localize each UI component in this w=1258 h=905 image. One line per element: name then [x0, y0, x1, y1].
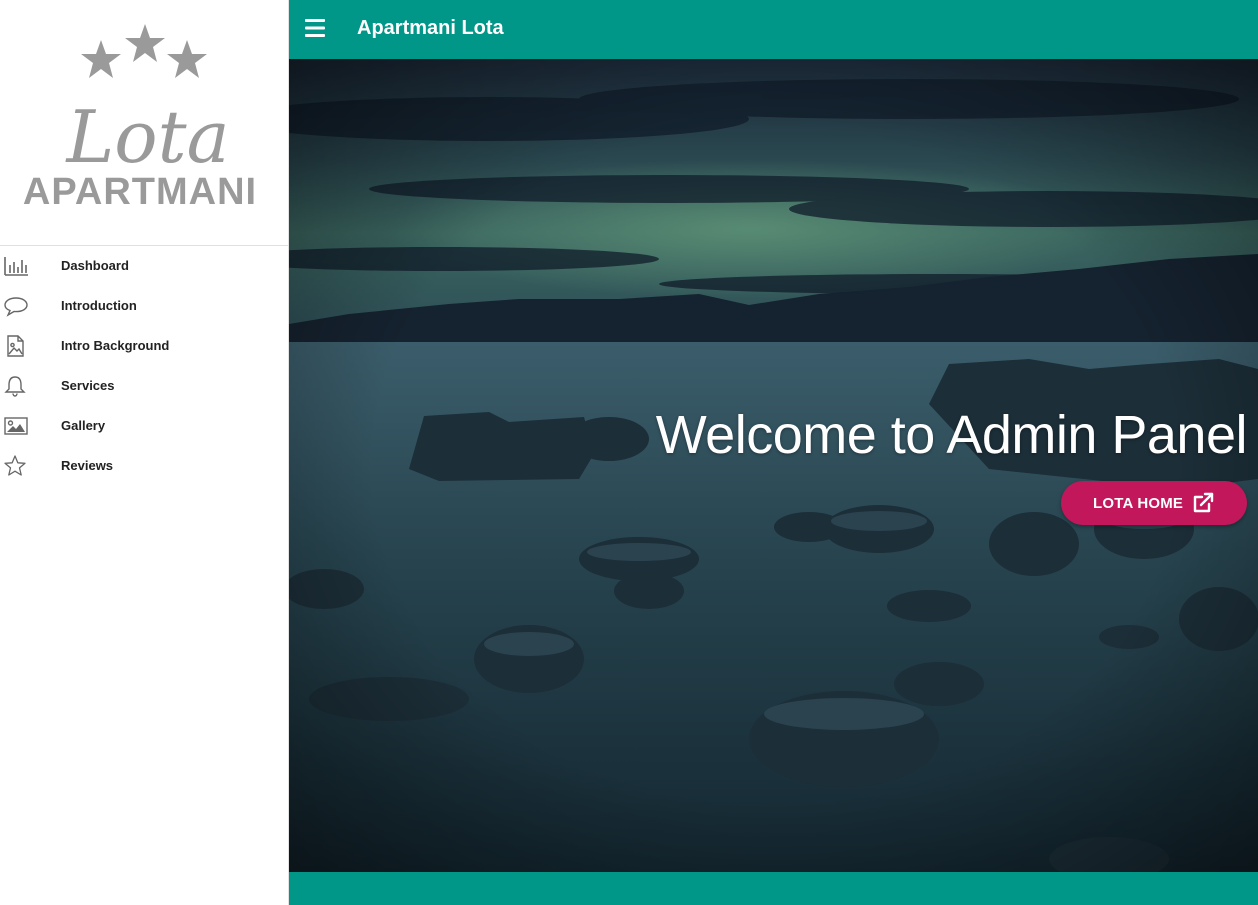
- star-icon: [4, 455, 28, 477]
- footer-bar: [289, 872, 1258, 905]
- sidebar-item-gallery[interactable]: Gallery: [0, 406, 289, 446]
- sidebar-item-services[interactable]: Services: [0, 366, 289, 406]
- lota-home-button-label: LOTA HOME: [1093, 495, 1184, 512]
- picture-icon: [4, 415, 28, 437]
- sidebar-item-intro-background[interactable]: Intro Background: [0, 326, 289, 366]
- sidebar-item-reviews[interactable]: Reviews: [0, 446, 289, 486]
- sidebar-item-label: Reviews: [61, 458, 114, 473]
- sidebar: Lota APARTMANI Dashboard Introduction In…: [0, 0, 289, 905]
- logo-star-icon: [81, 40, 121, 78]
- sidebar-item-introduction[interactable]: Introduction: [0, 286, 289, 326]
- logo-script-text: Lota: [64, 95, 229, 179]
- app-title: Apartmani Lota: [357, 17, 504, 39]
- image-file-icon: [4, 335, 28, 357]
- logo: Lota APARTMANI: [0, 0, 289, 245]
- sidebar-item-label: Intro Background: [61, 338, 170, 353]
- sidebar-item-label: Gallery: [61, 418, 106, 433]
- bar-chart-icon: [4, 255, 28, 277]
- speech-bubble-icon: [4, 295, 28, 317]
- hero-section: Welcome to Admin Panel LOTA HOME: [289, 59, 1258, 872]
- welcome-heading: Welcome to Admin Panel: [655, 405, 1248, 465]
- logo-star-icon: [167, 40, 207, 78]
- sidebar-item-dashboard[interactable]: Dashboard: [0, 246, 289, 286]
- sidebar-item-label: Dashboard: [61, 258, 129, 273]
- logo-graphic: Lota APARTMANI: [23, 24, 257, 213]
- external-link-icon: [1191, 491, 1215, 515]
- sidebar-nav: Dashboard Introduction Intro Background: [0, 246, 289, 486]
- bell-icon: [4, 375, 28, 397]
- logo-block-text: APARTMANI: [23, 171, 257, 213]
- hamburger-menu-icon[interactable]: [303, 17, 327, 39]
- sidebar-item-label: Services: [61, 378, 115, 393]
- lota-home-button[interactable]: LOTA HOME: [1061, 481, 1247, 525]
- top-app-bar: Apartmani Lota: [289, 0, 1258, 59]
- logo-star-icon: [125, 24, 165, 62]
- sidebar-item-label: Introduction: [61, 298, 137, 313]
